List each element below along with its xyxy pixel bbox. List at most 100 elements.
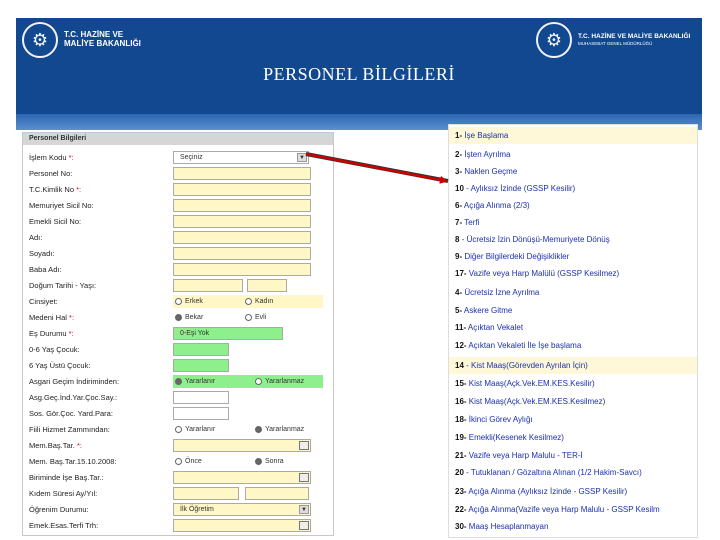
personel-no-label: Personel No: xyxy=(29,169,73,178)
es-durumu-label: Eş Durumu xyxy=(29,329,67,338)
dogum-label: Doğum Tarihi - Yaşı: xyxy=(29,281,97,290)
cocuk-6ustu-input[interactable] xyxy=(173,359,229,372)
sos-gor-label: Sos. Gör.Çoc. Yard.Para: xyxy=(29,409,113,418)
memuriyet-sicil-label: Memuriyet Sicil No: xyxy=(29,201,94,210)
row-kidem-suresi: Kıdem Süresi Ay/Yıl: xyxy=(23,486,333,502)
soyadi-input[interactable] xyxy=(173,247,311,260)
adi-input[interactable] xyxy=(173,231,311,244)
kidem-yil-input[interactable] xyxy=(245,487,309,500)
kidem-ay-input[interactable] xyxy=(173,487,239,500)
asg-gec-ind-input[interactable] xyxy=(173,391,229,404)
sos-gor-input[interactable] xyxy=(173,407,229,420)
list-item[interactable]: 9- Diğer Bilgilerdeki Değişiklikler xyxy=(449,248,697,265)
list-item[interactable]: 1- İşe Başlama xyxy=(449,127,697,144)
asgari-yararlanmaz-radio[interactable]: Yararlanmaz xyxy=(255,375,304,388)
mem-bas-sonra-radio[interactable]: Sonra xyxy=(255,455,284,468)
row-adi: Adı: xyxy=(23,230,333,246)
fiili-hizmet-radio-group: Yararlanır Yararlanmaz xyxy=(173,423,323,436)
list-item[interactable]: 16- Kist Maaş(Açk.Vek.EM.KES.Kesilmez) xyxy=(449,393,697,410)
header-banner: ⚙ T.C. HAZİNE VE MALİYE BAKANLIĞI ⚙ T.C.… xyxy=(16,18,702,130)
logo-left-line2: MALİYE BAKANLIĞI xyxy=(64,39,141,48)
list-item[interactable]: 18- İkinci Görev Aylığı xyxy=(449,411,697,428)
list-item[interactable]: 17- Vazife veya Harp Malülü (GSSP Kesilm… xyxy=(449,265,697,282)
list-item[interactable]: 30- Maaş Hesaplanmayan xyxy=(449,518,697,535)
list-item[interactable]: 22- Açığa Alınma(Vazife veya Harp Malulu… xyxy=(449,501,697,518)
islem-kodu-options-list: 1- İşe Başlama 2- İşten Ayrılma 3- Nakle… xyxy=(448,124,698,538)
seal-icon: ⚙ xyxy=(536,22,572,58)
asgari-yararlanir-radio[interactable]: Yararlanır xyxy=(175,375,215,388)
list-item[interactable]: 23- Açığa Alınma (Aylıksız İzinde - GSSP… xyxy=(449,483,697,500)
mem-bas-2008-label: Mem. Baş.Tar.15.10.2008: xyxy=(29,457,117,466)
list-item[interactable]: 21- Vazife veya Harp Malulu - TER-İ xyxy=(449,447,697,464)
list-item[interactable]: 2- İşten Ayrılma xyxy=(449,146,697,163)
list-item[interactable]: 12- Açıktan Vekaleti İle İşe başlama xyxy=(449,337,697,354)
birimde-ise-bas-input[interactable] xyxy=(173,471,311,484)
fiili-yararlanmaz-radio[interactable]: Yararlanmaz xyxy=(255,423,304,436)
row-emekli-sicil: Emekli Sicil No: xyxy=(23,214,333,230)
row-soyadi: Soyadı: xyxy=(23,246,333,262)
list-item[interactable]: 11- Açıktan Vekalet xyxy=(449,319,697,336)
es-durumu-select[interactable]: 0-Eşi Yok xyxy=(173,327,283,340)
row-es-durumu: Eş Durumu *: 0-Eşi Yok xyxy=(23,326,333,342)
row-mem-bas-tar: Mem.Baş.Tar. *: xyxy=(23,438,333,454)
medeni-hal-label: Medeni Hal xyxy=(29,313,67,322)
birimde-ise-bas-label: Biriminde İşe Baş.Tar.: xyxy=(29,473,104,482)
memuriyet-sicil-input[interactable] xyxy=(173,199,311,212)
row-baba-adi: Baba Adı: xyxy=(23,262,333,278)
mem-bas-once-radio[interactable]: Önce xyxy=(175,455,202,468)
mem-bas-2008-radio-group: Önce Sonra xyxy=(173,455,323,468)
islem-kodu-label: İşlem Kodu xyxy=(29,153,67,162)
list-item[interactable]: 5- Askere Gitme xyxy=(449,302,697,319)
list-item[interactable]: 8 - Ücretsiz İzin Dönüşü-Memuriyete Dönü… xyxy=(449,231,697,248)
ogrenim-select[interactable]: İlk Öğretim ▼ xyxy=(173,503,311,516)
medeni-hal-bekar-radio[interactable]: Bekar xyxy=(175,311,203,324)
list-item[interactable]: 15- Kist Maaş(Açk.Vek.EM.KES.Kesilir) xyxy=(449,375,697,392)
list-item[interactable]: 6- Açığa Alınma (2/3) xyxy=(449,197,697,214)
medeni-hal-evli-radio[interactable]: Evli xyxy=(245,311,266,324)
list-item[interactable]: 14 - Kist Maaş(Görevden Ayrılan İçin) xyxy=(449,357,697,374)
tc-kimlik-input[interactable] xyxy=(173,183,311,196)
row-islem-kodu: İşlem Kodu *: Seçiniz ▼ xyxy=(23,150,333,166)
ministry-logo-right: ⚙ T.C. HAZİNE VE MALİYE BAKANLIĞI MUHASE… xyxy=(536,22,690,58)
emek-esas-label: Emek.Esas.Terfi Trh: xyxy=(29,521,99,530)
personel-no-input[interactable] xyxy=(173,167,311,180)
asg-gec-ind-label: Asg.Geç.İnd.Yar.Çoc.Say.: xyxy=(29,393,118,402)
list-item[interactable]: 3- Naklen Geçme xyxy=(449,163,697,180)
cinsiyet-kadin-radio[interactable]: Kadın xyxy=(245,295,273,308)
calendar-icon[interactable] xyxy=(299,473,309,482)
list-item[interactable]: 7- Terfi xyxy=(449,214,697,231)
page-title: PERSONEL BİLGİLERİ xyxy=(263,64,455,84)
calendar-icon[interactable] xyxy=(299,521,309,530)
row-cocuk-06: 0-6 Yaş Çocuk: xyxy=(23,342,333,358)
list-item[interactable]: 20 - Tutuklanan / Gözaltına Alınan (1/2 … xyxy=(449,464,697,481)
list-item[interactable]: 4- Ücretsiz İzne Ayrılma xyxy=(449,284,697,301)
emekli-sicil-label: Emekli Sicil No: xyxy=(29,217,82,226)
medeni-hal-radio-group: Bekar Evli xyxy=(173,311,323,324)
emek-esas-input[interactable] xyxy=(173,519,311,532)
row-dogum: Doğum Tarihi - Yaşı: xyxy=(23,278,333,294)
chevron-down-icon[interactable]: ▼ xyxy=(299,505,309,514)
dogum-tarihi-input[interactable] xyxy=(173,279,243,292)
tc-kimlik-label: T.C.Kimlik No xyxy=(29,185,75,194)
emekli-sicil-input[interactable] xyxy=(173,215,311,228)
chevron-down-icon[interactable]: ▼ xyxy=(297,153,307,162)
row-medeni-hal: Medeni Hal *: Bekar Evli xyxy=(23,310,333,326)
cinsiyet-radio-group: Erkek Kadın xyxy=(173,295,323,308)
soyadi-label: Soyadı: xyxy=(29,249,55,258)
yas-input[interactable] xyxy=(247,279,287,292)
row-fiili-hizmet: Fiili Hizmet Zammından: Yararlanır Yarar… xyxy=(23,422,333,438)
row-cinsiyet: Cinsiyet: Erkek Kadın xyxy=(23,294,333,310)
baba-adi-input[interactable] xyxy=(173,263,311,276)
islem-kodu-select[interactable]: Seçiniz ▼ xyxy=(173,151,309,164)
row-ogrenim: Öğrenim Durumu: İlk Öğretim ▼ xyxy=(23,502,333,518)
cinsiyet-label: Cinsiyet: xyxy=(29,297,58,306)
mem-bas-tar-input[interactable] xyxy=(173,439,311,452)
fiili-yararlanir-radio[interactable]: Yararlanır xyxy=(175,423,215,436)
row-tc-kimlik: T.C.Kimlik No *: xyxy=(23,182,333,198)
list-item[interactable]: 19- Emekli(Kesenek Kesilmez) xyxy=(449,429,697,446)
cocuk-06-input[interactable] xyxy=(173,343,229,356)
list-item[interactable]: 10 - Aylıksız İzinde (GSSP Kesilir) xyxy=(449,180,697,197)
cinsiyet-erkek-radio[interactable]: Erkek xyxy=(175,295,203,308)
logo-right-line1: T.C. HAZİNE VE MALİYE BAKANLIĞI xyxy=(578,32,691,40)
calendar-icon[interactable] xyxy=(299,441,309,450)
